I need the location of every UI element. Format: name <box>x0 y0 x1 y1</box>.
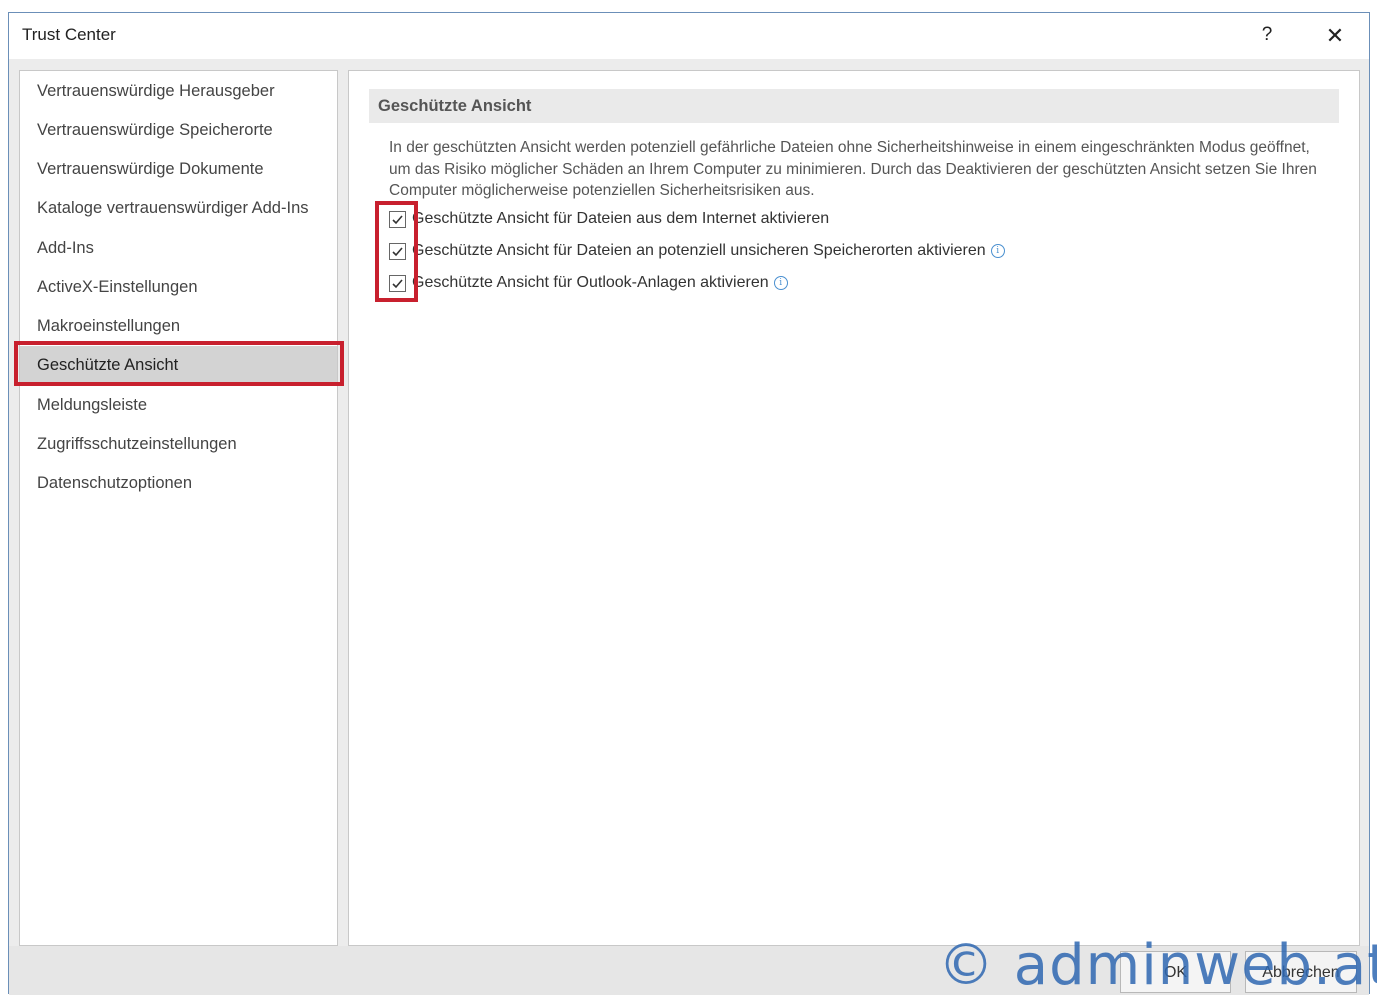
info-icon[interactable]: i <box>773 276 788 290</box>
checkmark-icon <box>392 246 403 256</box>
background-strip <box>0 0 1377 12</box>
sidebar-item-makroeinstellungen[interactable]: Makroeinstellungen <box>20 307 337 346</box>
option-label: Geschützte Ansicht für Outlook-Anlagen a… <box>412 274 769 291</box>
checkbox-internet-files[interactable] <box>389 210 406 228</box>
option-outlook-attachments[interactable]: Geschützte Ansicht für Outlook-Anlagen a… <box>389 271 788 295</box>
sidebar-item-add-ins[interactable]: Add-Ins <box>20 229 337 268</box>
sidebar-item-zugriffsschutz[interactable]: Zugriffsschutzeinstellungen <box>20 425 337 464</box>
section-description: In der geschützten Ansicht werden potenz… <box>389 139 1317 199</box>
checkmark-icon <box>392 278 403 288</box>
dialog-title: Trust Center <box>22 25 116 44</box>
sidebar-item-activex[interactable]: ActiveX-Einstellungen <box>20 268 337 307</box>
checkmark-icon <box>392 214 403 224</box>
sidebar-item-kataloge-add-ins[interactable]: Kataloge vertrauenswürdiger Add-Ins <box>20 189 337 228</box>
sidebar-item-vertrauenswuerdige-speicherorte[interactable]: Vertrauenswürdige Speicherorte <box>20 111 337 150</box>
content-panel: Geschützte Ansicht In der geschützten An… <box>348 70 1360 946</box>
trust-center-dialog: Trust Center ? ✕ Vertrauenswürdige Herau… <box>8 12 1370 995</box>
checkbox-unsafe-locations[interactable] <box>389 242 406 260</box>
info-icon[interactable]: i <box>990 244 1005 258</box>
sidebar-item-meldungsleiste[interactable]: Meldungsleiste <box>20 386 337 425</box>
checkbox-outlook-attachments[interactable] <box>389 274 406 292</box>
sidebar: Vertrauenswürdige Herausgeber Vertrauens… <box>19 70 338 946</box>
option-label: Geschützte Ansicht für Dateien aus dem I… <box>412 210 830 227</box>
sidebar-item-vertrauenswuerdige-herausgeber[interactable]: Vertrauenswürdige Herausgeber <box>20 72 337 111</box>
sidebar-item-vertrauenswuerdige-dokumente[interactable]: Vertrauenswürdige Dokumente <box>20 150 337 189</box>
option-label: Geschützte Ansicht für Dateien an potenz… <box>412 242 986 259</box>
sidebar-item-datenschutzoptionen[interactable]: Datenschutzoptionen <box>20 464 337 503</box>
help-button[interactable]: ? <box>1254 22 1280 48</box>
close-button[interactable]: ✕ <box>1321 22 1349 50</box>
title-bar: Trust Center ? ✕ <box>9 13 1369 59</box>
sidebar-item-geschuetzte-ansicht[interactable]: Geschützte Ansicht <box>20 346 337 385</box>
option-unsafe-locations[interactable]: Geschützte Ansicht für Dateien an potenz… <box>389 239 1005 263</box>
watermark: © adminweb.at <box>938 933 1377 998</box>
option-internet-files[interactable]: Geschützte Ansicht für Dateien aus dem I… <box>389 207 829 231</box>
section-title: Geschützte Ansicht <box>369 89 1339 123</box>
